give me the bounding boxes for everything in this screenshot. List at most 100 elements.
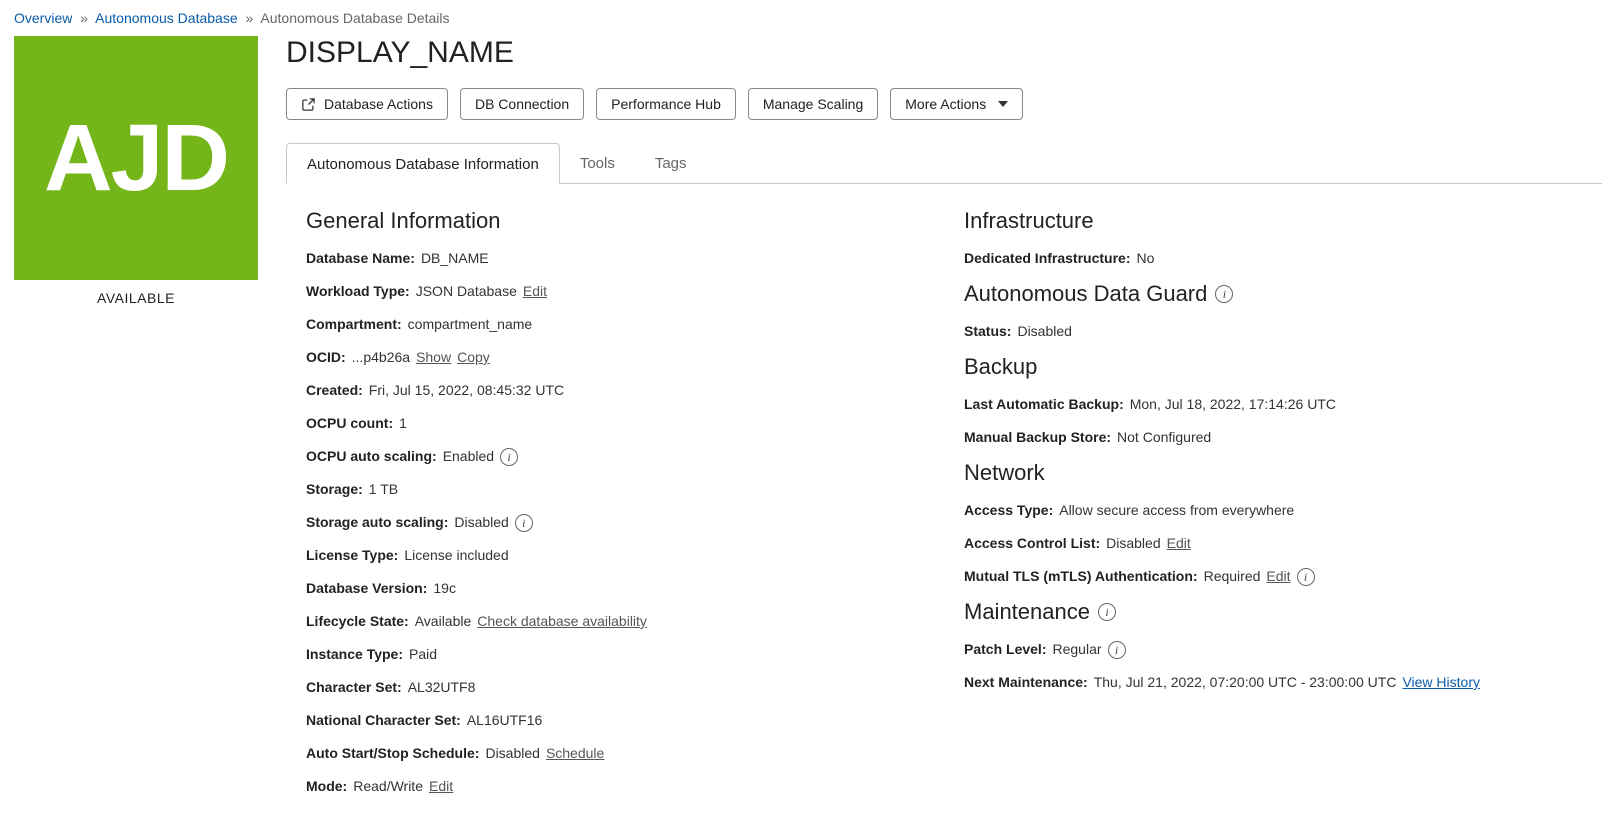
info-icon[interactable]: i (500, 448, 518, 466)
label: Patch Level: (964, 639, 1046, 660)
mtls-edit-link[interactable]: Edit (1266, 566, 1290, 587)
tab-tools[interactable]: Tools (560, 143, 635, 184)
value: Enabled (443, 446, 494, 467)
label: OCPU count: (306, 413, 393, 434)
field-mtls: Mutual TLS (mTLS) Authentication: Requir… (964, 566, 1582, 587)
info-icon[interactable]: i (1215, 285, 1233, 303)
field-data-guard-status: Status: Disabled (964, 321, 1582, 342)
mode-edit-link[interactable]: Edit (429, 776, 453, 797)
manage-scaling-label: Manage Scaling (763, 96, 863, 112)
label: OCPU auto scaling: (306, 446, 437, 467)
value: Not Configured (1117, 427, 1211, 448)
tab-tags[interactable]: Tags (635, 143, 707, 184)
label: Last Automatic Backup: (964, 394, 1124, 415)
label: Database Version: (306, 578, 427, 599)
breadcrumb-overview[interactable]: Overview (14, 10, 72, 26)
field-workload-type: Workload Type: JSON Database Edit (306, 281, 924, 302)
field-last-auto-backup: Last Automatic Backup: Mon, Jul 18, 2022… (964, 394, 1582, 415)
acl-edit-link[interactable]: Edit (1167, 533, 1191, 554)
backup-heading: Backup (964, 354, 1582, 380)
label: Dedicated Infrastructure: (964, 248, 1130, 269)
network-heading: Network (964, 460, 1582, 486)
field-ocpu-count: OCPU count: 1 (306, 413, 924, 434)
breadcrumb-autonomous-db[interactable]: Autonomous Database (95, 10, 237, 26)
value: Regular (1052, 639, 1101, 660)
ocid-show-link[interactable]: Show (416, 347, 451, 368)
label: National Character Set: (306, 710, 461, 731)
workload-edit-link[interactable]: Edit (523, 281, 547, 302)
field-auto-schedule: Auto Start/Stop Schedule: Disabled Sched… (306, 743, 924, 764)
value: Allow secure access from everywhere (1059, 500, 1294, 521)
label: Created: (306, 380, 363, 401)
field-ocid: OCID: ...p4b26a Show Copy (306, 347, 924, 368)
value: AL32UTF8 (408, 677, 476, 698)
value: 1 (399, 413, 407, 434)
value: DB_NAME (421, 248, 489, 269)
performance-hub-button[interactable]: Performance Hub (596, 88, 736, 120)
value: AL16UTF16 (467, 710, 542, 731)
field-mode: Mode: Read/Write Edit (306, 776, 924, 797)
field-storage-auto-scaling: Storage auto scaling: Disabled i (306, 512, 924, 533)
field-patch-level: Patch Level: Regular i (964, 639, 1582, 660)
perf-hub-label: Performance Hub (611, 96, 721, 112)
info-icon[interactable]: i (1098, 603, 1116, 621)
value: compartment_name (408, 314, 533, 335)
general-heading: General Information (306, 208, 924, 234)
field-lifecycle-state: Lifecycle State: Available Check databas… (306, 611, 924, 632)
schedule-link[interactable]: Schedule (546, 743, 604, 764)
field-db-version: Database Version: 19c (306, 578, 924, 599)
manage-scaling-button[interactable]: Manage Scaling (748, 88, 878, 120)
ocid-copy-link[interactable]: Copy (457, 347, 490, 368)
label: Auto Start/Stop Schedule: (306, 743, 479, 764)
data-guard-heading: Autonomous Data Guard i (964, 281, 1582, 307)
field-license-type: License Type: License included (306, 545, 924, 566)
label: OCID: (306, 347, 346, 368)
db-connection-button[interactable]: DB Connection (460, 88, 584, 120)
field-access-type: Access Type: Allow secure access from ev… (964, 500, 1582, 521)
infrastructure-heading: Infrastructure (964, 208, 1582, 234)
field-next-maintenance: Next Maintenance: Thu, Jul 21, 2022, 07:… (964, 672, 1582, 693)
value: Available (415, 611, 472, 632)
value: No (1136, 248, 1154, 269)
value: Thu, Jul 21, 2022, 07:20:00 UTC - 23:00:… (1094, 672, 1397, 693)
label: Mutual TLS (mTLS) Authentication: (964, 566, 1198, 587)
field-dedicated-infra: Dedicated Infrastructure: No (964, 248, 1582, 269)
value: Mon, Jul 18, 2022, 17:14:26 UTC (1130, 394, 1336, 415)
field-character-set: Character Set: AL32UTF8 (306, 677, 924, 698)
info-icon[interactable]: i (515, 514, 533, 532)
db-actions-label: Database Actions (324, 96, 433, 112)
label: Lifecycle State: (306, 611, 409, 632)
status-text: AVAILABLE (14, 280, 258, 306)
check-availability-link[interactable]: Check database availability (477, 611, 647, 632)
value: Required (1204, 566, 1261, 587)
label: Next Maintenance: (964, 672, 1088, 693)
field-instance-type: Instance Type: Paid (306, 644, 924, 665)
info-icon[interactable]: i (1108, 641, 1126, 659)
value: Disabled (1106, 533, 1160, 554)
value: Fri, Jul 15, 2022, 08:45:32 UTC (369, 380, 564, 401)
tab-info[interactable]: Autonomous Database Information (286, 143, 560, 184)
database-actions-button[interactable]: Database Actions (286, 88, 448, 120)
value: Disabled (485, 743, 539, 764)
chevron-down-icon (998, 101, 1008, 107)
view-history-link[interactable]: View History (1402, 672, 1480, 693)
badge-text: AJD (44, 104, 228, 213)
field-created: Created: Fri, Jul 15, 2022, 08:45:32 UTC (306, 380, 924, 401)
open-icon (301, 97, 316, 112)
value: 19c (433, 578, 456, 599)
label: Storage: (306, 479, 363, 500)
field-storage: Storage: 1 TB (306, 479, 924, 500)
db-workload-badge: AJD (14, 36, 258, 280)
value: Disabled (1017, 321, 1071, 342)
value: Disabled (454, 512, 508, 533)
db-connection-label: DB Connection (475, 96, 569, 112)
label: Status: (964, 321, 1011, 342)
label: Compartment: (306, 314, 402, 335)
data-guard-heading-text: Autonomous Data Guard (964, 281, 1207, 307)
maintenance-heading: Maintenance i (964, 599, 1582, 625)
more-actions-button[interactable]: More Actions (890, 88, 1023, 120)
info-icon[interactable]: i (1297, 568, 1315, 586)
label: Mode: (306, 776, 347, 797)
field-national-character-set: National Character Set: AL16UTF16 (306, 710, 924, 731)
field-manual-backup-store: Manual Backup Store: Not Configured (964, 427, 1582, 448)
